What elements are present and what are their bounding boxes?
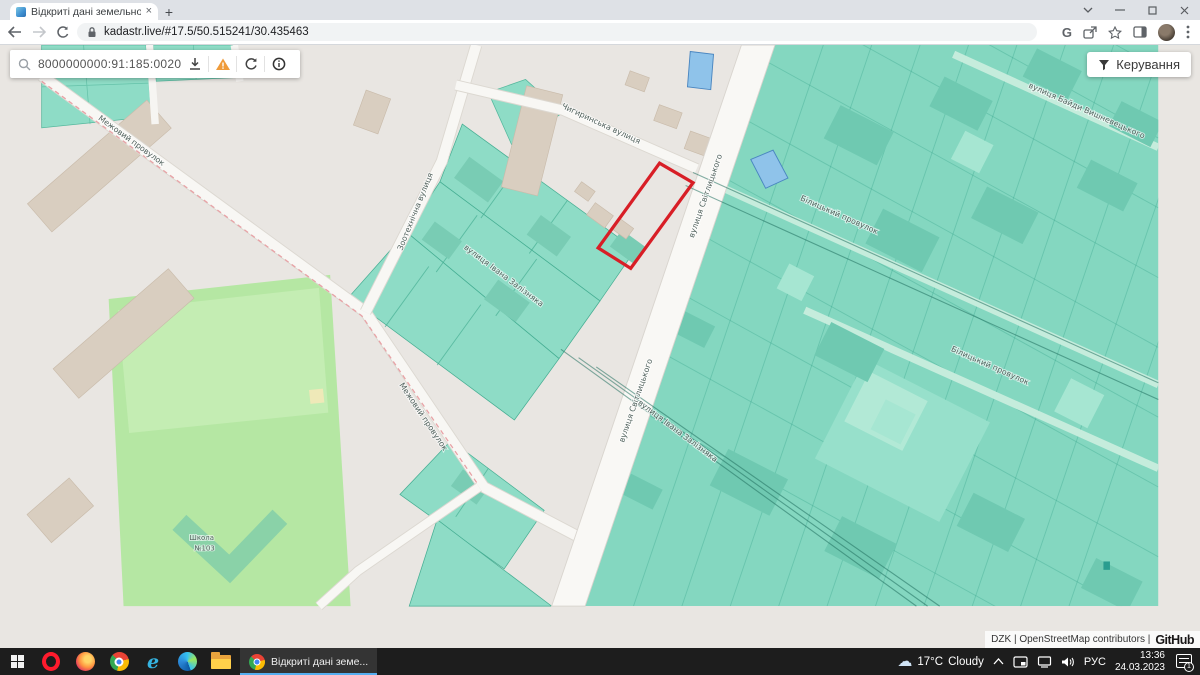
side-panel-icon[interactable] <box>1133 26 1147 38</box>
active-app-button[interactable]: Відкриті дані земе... <box>240 648 377 675</box>
filter-icon <box>1098 59 1110 71</box>
tab-close-icon[interactable]: × <box>146 6 152 17</box>
download-button[interactable] <box>181 50 208 78</box>
weather-condition: Cloudy <box>948 656 984 668</box>
tray-chevron-icon[interactable] <box>993 658 1004 665</box>
school-label: №103 <box>194 544 215 552</box>
tab-title: Відкриті дані земельного када <box>31 6 141 18</box>
opera-icon[interactable] <box>34 648 68 675</box>
attribution-text: DZK | OpenStreetMap contributors | <box>991 634 1150 645</box>
taskbar: e Відкриті дані земе... ☁ 17°C Cloudy РУ… <box>0 648 1200 675</box>
close-window-button[interactable] <box>1168 0 1200 20</box>
language-indicator[interactable]: РУС <box>1084 656 1106 668</box>
reload-icon[interactable] <box>56 26 69 39</box>
chrome-icon <box>249 654 265 670</box>
search-input[interactable]: 8000000000:91:185:0020 <box>38 57 181 71</box>
cast-icon[interactable] <box>1013 656 1028 668</box>
edge-icon[interactable] <box>170 648 204 675</box>
start-button[interactable] <box>0 648 34 675</box>
active-app-title: Відкриті дані земе... <box>271 656 368 668</box>
refresh-button[interactable] <box>237 50 264 78</box>
new-tab-button[interactable]: + <box>158 3 180 20</box>
notification-center-icon[interactable]: 1 <box>1174 654 1192 670</box>
padlock-icon <box>87 26 97 38</box>
bookmark-star-icon[interactable] <box>1108 26 1122 39</box>
map-canvas[interactable]: Чигиринська вулиця Зоотехнічна вулиця Ме… <box>0 45 1200 648</box>
map-attribution: DZK | OpenStreetMap contributors | GitHu… <box>985 631 1200 648</box>
github-link[interactable]: GitHub <box>1155 633 1194 647</box>
browser-tab[interactable]: Відкриті дані земельного када × <box>10 3 158 20</box>
firefox-icon[interactable] <box>68 648 102 675</box>
info-button[interactable] <box>265 50 292 78</box>
cloud-icon: ☁ <box>897 654 912 669</box>
profile-avatar[interactable] <box>1158 24 1175 41</box>
url-bar[interactable]: kadastr.live/#17.5/50.515241/30.435463 <box>77 23 1037 41</box>
kebab-menu-icon[interactable] <box>1186 25 1190 39</box>
file-explorer-icon[interactable] <box>204 648 238 675</box>
url-text: kadastr.live/#17.5/50.515241/30.435463 <box>104 26 309 38</box>
map-poi-marker <box>1103 561 1110 569</box>
tab-strip: Відкриті дані земельного када × + <box>0 0 1200 20</box>
volume-icon[interactable] <box>1061 656 1075 668</box>
school-label: Школа <box>189 534 214 542</box>
browser-window: Відкриті дані земельного када × + <box>0 0 1200 675</box>
window-controls <box>1072 0 1200 20</box>
weather-temp: 17°C <box>917 656 943 668</box>
share-icon[interactable] <box>1083 26 1097 39</box>
minimize-button[interactable] <box>1104 0 1136 20</box>
clock-time: 13:36 <box>1140 650 1165 661</box>
forward-icon[interactable] <box>32 26 46 38</box>
internet-explorer-icon[interactable]: e <box>136 648 170 675</box>
system-tray: ☁ 17°C Cloudy РУС 13:36 24.03.2023 1 <box>897 650 1200 674</box>
manage-button[interactable]: Керування <box>1087 52 1191 77</box>
warning-button[interactable] <box>209 50 236 78</box>
clock-date: 24.03.2023 <box>1115 662 1165 673</box>
map-viewport: Чигиринська вулиця Зоотехнічна вулиця Ме… <box>0 45 1200 648</box>
notification-badge: 1 <box>1184 662 1194 672</box>
manage-button-label: Керування <box>1116 57 1180 72</box>
maximize-button[interactable] <box>1136 0 1168 20</box>
google-extension-icon[interactable]: G <box>1062 25 1072 40</box>
search-icon <box>18 58 31 71</box>
tab-search-icon[interactable] <box>1072 0 1104 20</box>
taskbar-clock[interactable]: 13:36 24.03.2023 <box>1115 650 1165 674</box>
tab-favicon <box>16 7 26 17</box>
back-icon[interactable] <box>8 26 22 38</box>
cadastre-search-box[interactable]: 8000000000:91:185:0020 <box>10 50 300 78</box>
network-icon[interactable] <box>1037 656 1052 668</box>
weather-widget[interactable]: ☁ 17°C Cloudy <box>897 654 984 669</box>
browser-toolbar: kadastr.live/#17.5/50.515241/30.435463 G <box>0 20 1200 45</box>
chrome-icon[interactable] <box>102 648 136 675</box>
